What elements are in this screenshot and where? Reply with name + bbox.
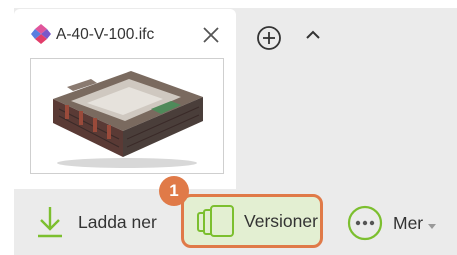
versions-button[interactable]: Versioner <box>181 194 323 248</box>
more-label: Mer <box>393 212 424 233</box>
download-label: Ladda ner <box>78 211 157 232</box>
plus-circle-icon[interactable] <box>256 25 282 51</box>
download-button[interactable]: Ladda ner <box>36 202 157 242</box>
more-options-icon <box>347 205 383 241</box>
close-icon[interactable] <box>200 24 222 46</box>
file-toolbar: Ladda ner Versioner Mer <box>14 189 457 255</box>
ifc-file-icon <box>30 23 52 45</box>
model-thumbnail[interactable] <box>30 58 224 174</box>
step-badge: 1 <box>159 176 189 206</box>
caret-down-icon <box>427 218 437 229</box>
versions-label: Versioner <box>244 210 318 231</box>
file-name: A-40-V-100.ifc <box>56 26 155 43</box>
more-button[interactable]: Mer <box>347 203 437 243</box>
chevron-up-icon[interactable] <box>304 26 322 44</box>
versions-icon <box>196 204 236 238</box>
download-icon <box>36 205 64 239</box>
